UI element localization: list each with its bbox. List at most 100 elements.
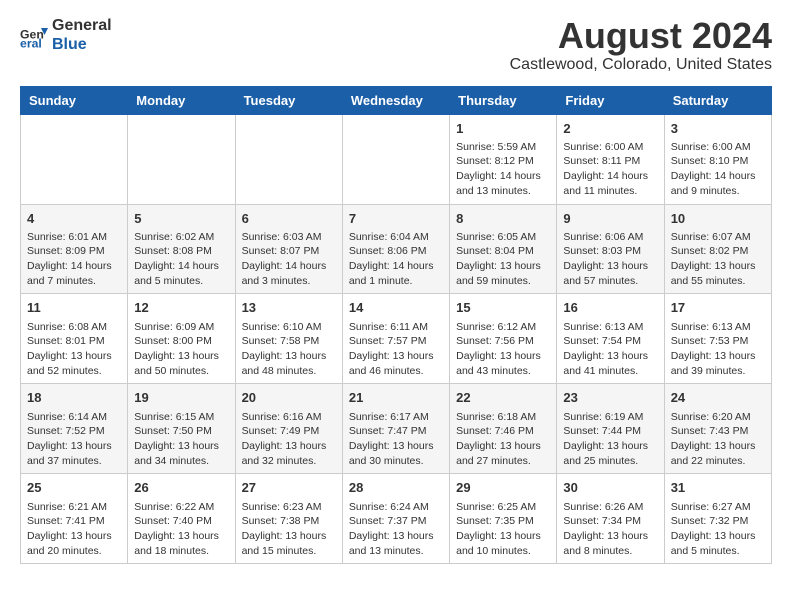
day-info-text: Daylight: 13 hours [27,440,112,452]
day-info-text: and 52 minutes. [27,365,102,377]
day-info-text: Sunset: 7:46 PM [456,425,534,437]
day-info-text: and 39 minutes. [671,365,746,377]
day-cell-10: 10Sunrise: 6:07 AMSunset: 8:02 PMDayligh… [664,204,771,294]
day-info-text: Sunset: 7:32 PM [671,515,749,527]
cell-content-25: 25Sunrise: 6:21 AMSunset: 7:41 PMDayligh… [27,479,121,558]
day-cell-15: 15Sunrise: 6:12 AMSunset: 7:56 PMDayligh… [450,294,557,384]
day-number-3: 3 [671,120,765,138]
day-cell-4: 4Sunrise: 6:01 AMSunset: 8:09 PMDaylight… [21,204,128,294]
day-info-text: Daylight: 13 hours [242,350,327,362]
day-info-text: Sunset: 7:34 PM [563,515,641,527]
day-info-text: Sunset: 7:54 PM [563,335,641,347]
day-cell-3: 3Sunrise: 6:00 AMSunset: 8:10 PMDaylight… [664,114,771,204]
day-number-25: 25 [27,479,121,497]
logo-icon: Gen eral [20,21,48,49]
location-subtitle: Castlewood, Colorado, United States [510,56,772,74]
day-info-text: Daylight: 13 hours [134,350,219,362]
cell-content-28: 28Sunrise: 6:24 AMSunset: 7:37 PMDayligh… [349,479,443,558]
day-number-20: 20 [242,389,336,407]
day-number-27: 27 [242,479,336,497]
day-number-18: 18 [27,389,121,407]
cell-content-23: 23Sunrise: 6:19 AMSunset: 7:44 PMDayligh… [563,389,657,468]
day-info-text: Sunset: 8:02 PM [671,245,749,257]
day-info-text: Daylight: 13 hours [349,530,434,542]
month-year-title: August 2024 [510,16,772,56]
day-info-text: Sunrise: 6:22 AM [134,501,214,513]
day-number-4: 4 [27,210,121,228]
cell-content-18: 18Sunrise: 6:14 AMSunset: 7:52 PMDayligh… [27,389,121,468]
day-info-text: and 25 minutes. [563,455,638,467]
cell-content-11: 11Sunrise: 6:08 AMSunset: 8:01 PMDayligh… [27,299,121,378]
cell-content-7: 7Sunrise: 6:04 AMSunset: 8:06 PMDaylight… [349,210,443,289]
day-info-text: and 9 minutes. [671,185,740,197]
day-number-6: 6 [242,210,336,228]
cell-content-21: 21Sunrise: 6:17 AMSunset: 7:47 PMDayligh… [349,389,443,468]
day-info-text: Daylight: 13 hours [456,530,541,542]
day-info-text: Sunrise: 6:13 AM [563,321,643,333]
empty-cell [235,114,342,204]
day-cell-30: 30Sunrise: 6:26 AMSunset: 7:34 PMDayligh… [557,474,664,564]
cell-content-6: 6Sunrise: 6:03 AMSunset: 8:07 PMDaylight… [242,210,336,289]
day-cell-7: 7Sunrise: 6:04 AMSunset: 8:06 PMDaylight… [342,204,449,294]
day-info-text: and 15 minutes. [242,545,317,557]
day-info-text: Daylight: 13 hours [671,260,756,272]
day-info-text: Daylight: 14 hours [563,170,648,182]
day-info-text: Daylight: 13 hours [349,350,434,362]
day-info-text: Daylight: 13 hours [27,530,112,542]
week-row-3: 11Sunrise: 6:08 AMSunset: 8:01 PMDayligh… [21,294,772,384]
day-cell-16: 16Sunrise: 6:13 AMSunset: 7:54 PMDayligh… [557,294,664,384]
day-info-text: Sunset: 7:58 PM [242,335,320,347]
cell-content-20: 20Sunrise: 6:16 AMSunset: 7:49 PMDayligh… [242,389,336,468]
day-number-16: 16 [563,299,657,317]
day-info-text: Daylight: 13 hours [242,530,327,542]
day-info-text: Sunset: 8:07 PM [242,245,320,257]
cell-content-31: 31Sunrise: 6:27 AMSunset: 7:32 PMDayligh… [671,479,765,558]
day-number-12: 12 [134,299,228,317]
empty-cell [128,114,235,204]
day-info-text: and 11 minutes. [563,185,637,197]
days-header-row: SundayMondayTuesdayWednesdayThursdayFrid… [21,86,772,114]
day-info-text: Sunrise: 6:04 AM [349,231,429,243]
day-info-text: and 50 minutes. [134,365,209,377]
day-info-text: Sunset: 7:53 PM [671,335,749,347]
cell-content-2: 2Sunrise: 6:00 AMSunset: 8:11 PMDaylight… [563,120,657,199]
day-info-text: Sunrise: 6:15 AM [134,411,214,423]
day-info-text: and 30 minutes. [349,455,424,467]
day-info-text: Sunrise: 6:17 AM [349,411,429,423]
day-cell-20: 20Sunrise: 6:16 AMSunset: 7:49 PMDayligh… [235,384,342,474]
day-info-text: Sunrise: 6:02 AM [134,231,214,243]
day-number-22: 22 [456,389,550,407]
day-info-text: Sunset: 7:35 PM [456,515,534,527]
day-info-text: and 13 minutes. [456,185,531,197]
day-info-text: and 22 minutes. [671,455,746,467]
day-info-text: and 41 minutes. [563,365,638,377]
day-info-text: Daylight: 13 hours [563,260,648,272]
empty-cell [21,114,128,204]
day-info-text: Sunset: 7:41 PM [27,515,105,527]
day-info-text: Sunrise: 6:19 AM [563,411,643,423]
day-cell-14: 14Sunrise: 6:11 AMSunset: 7:57 PMDayligh… [342,294,449,384]
day-cell-13: 13Sunrise: 6:10 AMSunset: 7:58 PMDayligh… [235,294,342,384]
day-info-text: and 5 minutes. [134,275,203,287]
week-row-5: 25Sunrise: 6:21 AMSunset: 7:41 PMDayligh… [21,474,772,564]
logo-general: General [52,17,112,34]
day-cell-31: 31Sunrise: 6:27 AMSunset: 7:32 PMDayligh… [664,474,771,564]
day-header-thursday: Thursday [450,86,557,114]
day-info-text: Sunrise: 6:09 AM [134,321,214,333]
day-number-8: 8 [456,210,550,228]
day-header-monday: Monday [128,86,235,114]
day-cell-26: 26Sunrise: 6:22 AMSunset: 7:40 PMDayligh… [128,474,235,564]
day-info-text: Daylight: 14 hours [456,170,541,182]
day-info-text: Sunset: 8:11 PM [563,155,640,167]
day-info-text: Sunset: 7:43 PM [671,425,749,437]
day-info-text: Sunset: 8:01 PM [27,335,105,347]
day-info-text: and 8 minutes. [563,545,632,557]
day-info-text: Sunset: 8:03 PM [563,245,641,257]
day-info-text: and 1 minute. [349,275,413,287]
day-info-text: and 32 minutes. [242,455,317,467]
day-info-text: and 46 minutes. [349,365,424,377]
day-cell-6: 6Sunrise: 6:03 AMSunset: 8:07 PMDaylight… [235,204,342,294]
day-info-text: Sunrise: 6:25 AM [456,501,536,513]
day-info-text: Daylight: 14 hours [242,260,327,272]
day-info-text: Sunrise: 6:05 AM [456,231,536,243]
